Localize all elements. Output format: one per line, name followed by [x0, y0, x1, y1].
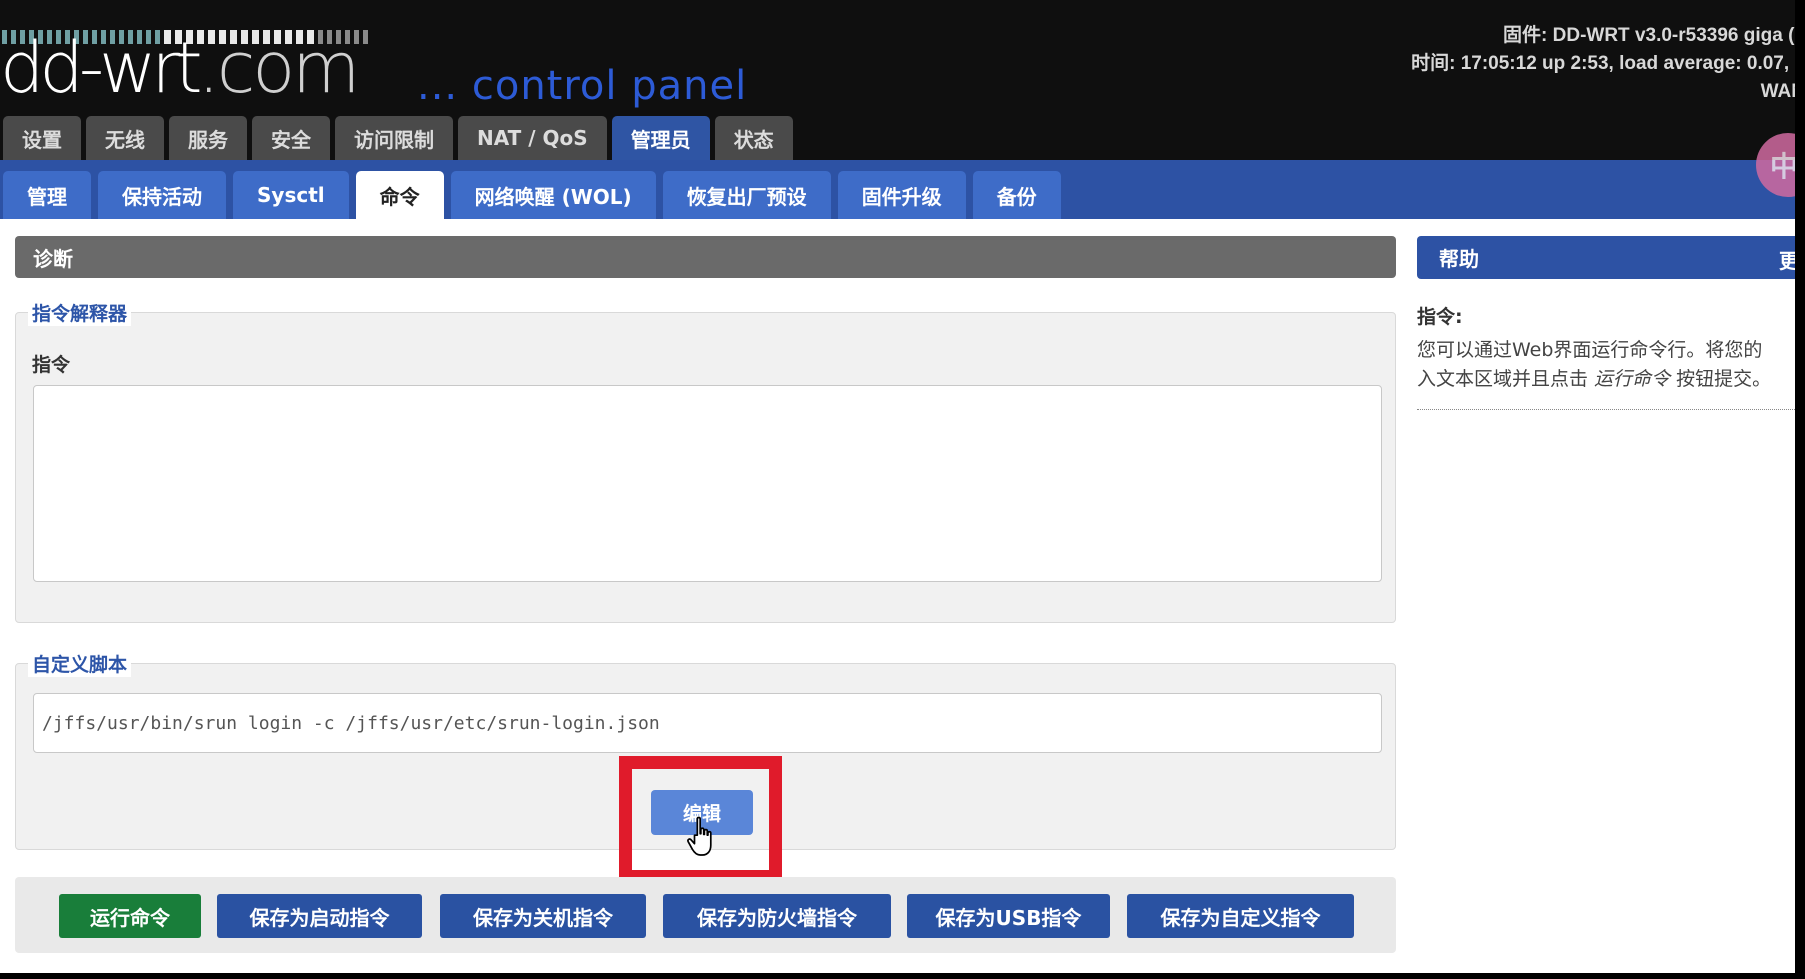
wan-info: WAN [1760, 81, 1795, 102]
subtab-keep-alive[interactable]: 保持活动 [98, 171, 226, 219]
tab-services[interactable]: 服务 [169, 116, 247, 160]
command-textarea[interactable] [33, 385, 1382, 582]
save-custom-button[interactable]: 保存为自定义指令 [1127, 894, 1354, 938]
firmware-info: 固件: DD-WRT v3.0-r53396 giga (0 [1503, 25, 1795, 46]
help-run-command-ref: 运行命令 [1594, 368, 1671, 390]
command-interpreter-legend: 指令解释器 [28, 299, 132, 326]
tab-administration[interactable]: 管理员 [611, 116, 710, 160]
hand-cursor-icon [687, 816, 712, 856]
subtab-management[interactable]: 管理 [3, 171, 91, 219]
help-line-2: 入文本区域并且点击 运行命令 按钮提交。 [1417, 365, 1795, 394]
command-interpreter-fieldset: 指令解释器 指令 [15, 299, 1396, 623]
logo-main: dd-wrt [0, 27, 203, 109]
tab-status[interactable]: 状态 [714, 116, 793, 160]
subtab-commands[interactable]: 命令 [355, 171, 444, 219]
help-line-1: 您可以通过Web界面运行命令行。将您的 [1417, 339, 1763, 361]
sub-nav-tabs: 管理 保持活动 Sysctl 命令 网络唤醒 (WOL) 恢复出厂预设 固件升级… [3, 171, 1061, 219]
subtab-firmware-upgrade[interactable]: 固件升级 [837, 171, 966, 219]
help-line-2-end: 按钮提交。 [1670, 368, 1772, 390]
uptime-info: 时间: 17:05:12 up 2:53, load average: 0.07… [1411, 53, 1795, 74]
logo-domain: .com [197, 27, 361, 109]
custom-script-legend: 自定义脚本 [28, 650, 132, 677]
subtab-factory-defaults[interactable]: 恢复出厂预设 [662, 171, 831, 219]
command-label: 指令 [32, 354, 71, 376]
control-panel-subtitle: ... control panel [417, 63, 748, 109]
logo: dd-wrt.com [0, 33, 360, 103]
tab-nat-qos[interactable]: NAT / QoS [458, 116, 607, 160]
help-more-link[interactable]: 更 [1779, 245, 1795, 274]
custom-script-field[interactable]: /jffs/usr/bin/srun login -c /jffs/usr/et… [33, 693, 1382, 753]
help-title: 帮助 [1439, 247, 1479, 271]
help-heading: 指令: [1417, 306, 1463, 328]
subtab-wol[interactable]: 网络唤醒 (WOL) [450, 171, 656, 219]
help-text: 您可以通过Web界面运行命令行。将您的 入文本区域并且点击 运行命令 按钮提交。 [1417, 336, 1795, 394]
tab-wireless[interactable]: 无线 [86, 116, 164, 160]
tab-setup[interactable]: 设置 [3, 116, 81, 160]
run-command-button[interactable]: 运行命令 [59, 894, 201, 938]
save-startup-button[interactable]: 保存为启动指令 [217, 894, 422, 938]
save-shutdown-button[interactable]: 保存为关机指令 [440, 894, 646, 938]
save-usb-button[interactable]: 保存为USB指令 [907, 894, 1110, 938]
save-firewall-button[interactable]: 保存为防火墙指令 [663, 894, 891, 938]
help-header: 帮助 [1417, 236, 1795, 279]
tab-security[interactable]: 安全 [252, 116, 330, 160]
tab-access-restrictions[interactable]: 访问限制 [335, 116, 453, 160]
router-info: 固件: DD-WRT v3.0-r53396 giga (0 时间: 17:05… [1411, 22, 1795, 106]
help-line-2-start: 入文本区域并且点击 [1417, 368, 1595, 390]
subtab-backup[interactable]: 备份 [972, 171, 1061, 219]
help-divider [1417, 409, 1795, 410]
subtab-sysctl[interactable]: Sysctl [233, 171, 349, 219]
app-window: dd-wrt.com ... control panel 固件: DD-WRT … [0, 0, 1795, 973]
header: dd-wrt.com ... control panel 固件: DD-WRT … [0, 0, 1795, 160]
top-nav-tabs: 设置 无线 服务 安全 访问限制 NAT / QoS 管理员 状态 [3, 116, 793, 160]
section-title-diagnostics: 诊断 [15, 236, 1396, 278]
